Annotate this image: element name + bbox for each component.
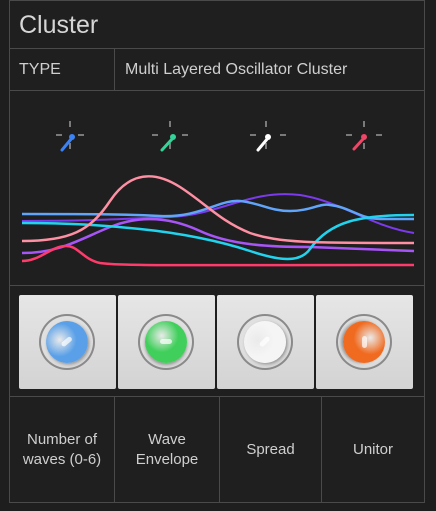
type-divider bbox=[114, 49, 115, 90]
cluster-panel: Cluster TYPE Multi Layered Oscillator Cl… bbox=[9, 0, 425, 503]
type-row: TYPE Multi Layered Oscillator Cluster bbox=[10, 49, 424, 91]
knob-row bbox=[10, 286, 424, 397]
wave-curve-pink bbox=[21, 175, 415, 245]
number-of-waves-knob-tile bbox=[19, 295, 116, 389]
unitor-knob[interactable] bbox=[343, 321, 385, 363]
spread-label: Spread bbox=[246, 440, 295, 458]
type-label: TYPE bbox=[19, 61, 61, 78]
spread-knob-tile bbox=[217, 295, 314, 389]
wave-visualizer bbox=[10, 91, 424, 286]
wave-envelope-knob[interactable] bbox=[145, 321, 187, 363]
wave-envelope-knob-tile bbox=[118, 295, 215, 389]
knob-indicator bbox=[258, 335, 271, 348]
title-row: Cluster bbox=[10, 1, 424, 49]
unitor-knob-tile bbox=[316, 295, 413, 389]
oscillator-indicator-red bbox=[346, 121, 382, 151]
oscillator-indicator-white bbox=[250, 121, 286, 152]
oscillator-indicator-blue bbox=[56, 121, 84, 152]
panel-title: Cluster bbox=[19, 11, 99, 39]
knob-indicator bbox=[362, 336, 367, 348]
label-row: Number of waves (0-6) Wave Envelope Spre… bbox=[10, 397, 424, 504]
unitor-label: Unitor bbox=[352, 440, 393, 458]
knob-indicator bbox=[60, 335, 73, 348]
number-of-waves-label: Number of waves (0-6) bbox=[22, 430, 102, 468]
oscillator-indicator-green bbox=[152, 121, 188, 152]
wave-envelope-label: Wave Envelope bbox=[135, 430, 199, 468]
knob-indicator bbox=[160, 339, 172, 344]
type-value: Multi Layered Oscillator Cluster bbox=[125, 61, 348, 78]
wave-visualizer-svg bbox=[21, 121, 415, 267]
